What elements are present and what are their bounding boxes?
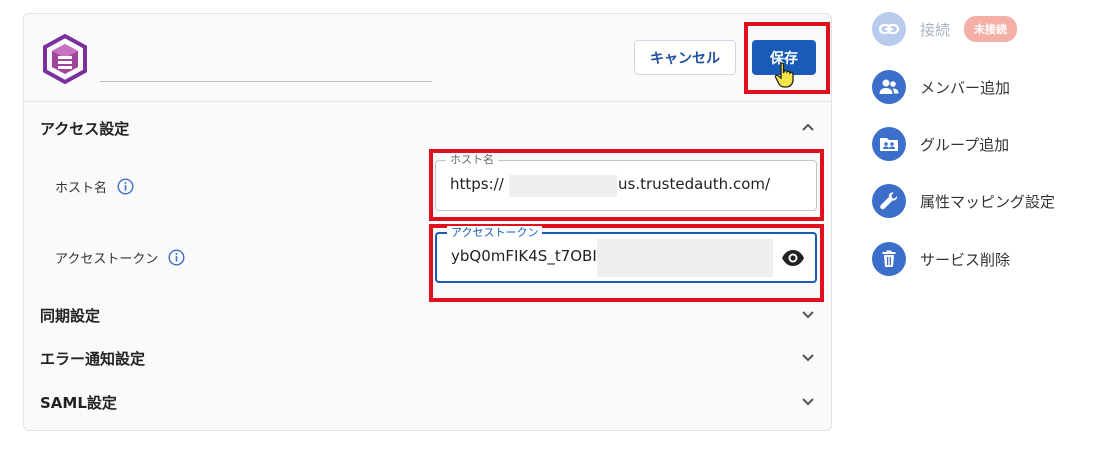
section-access-title: アクセス設定 [40, 119, 130, 138]
chevron-down-icon[interactable] [801, 307, 815, 321]
access-token-value: ybQ0mFIK4S_t7OBI [451, 247, 597, 265]
redaction-mask [597, 239, 773, 277]
sidebar-item-attribute-mapping[interactable]: 属性マッピング設定 [872, 184, 1055, 218]
access-token-input[interactable]: アクセストークン ybQ0mFIK4S_t7OBI [435, 226, 817, 283]
card-header: キャンセル 保存 [24, 14, 831, 102]
sidebar-attribute-mapping-label: 属性マッピング設定 [920, 192, 1056, 211]
host-name-legend: ホスト名 [446, 153, 498, 167]
sidebar-connect-label: 接続 [920, 20, 951, 39]
info-icon[interactable] [168, 249, 185, 266]
cancel-button[interactable]: キャンセル [634, 40, 736, 75]
sidebar-item-add-member[interactable]: メンバー追加 [872, 70, 1010, 104]
section-error-notification[interactable]: エラー通知設定 [24, 338, 831, 378]
section-sync-settings[interactable]: 同期設定 [24, 295, 831, 335]
wrench-icon [872, 184, 906, 218]
section-access-settings[interactable]: アクセス設定 [24, 108, 831, 148]
sidebar-item-add-group[interactable]: グループ追加 [872, 127, 1009, 161]
access-token-label-text: アクセストークン [55, 252, 159, 267]
section-saml-title: SAML設定 [40, 393, 117, 412]
people-icon [872, 70, 906, 104]
page: キャンセル 保存 アクセス設定 ホスト名 ホスト名 https:// us.tr… [0, 0, 1096, 454]
eye-icon[interactable] [781, 249, 805, 267]
chevron-up-icon[interactable] [801, 120, 815, 134]
chevron-down-icon[interactable] [801, 394, 815, 408]
sidebar-item-connect[interactable]: 接続 未接続 [872, 12, 1018, 46]
settings-card: キャンセル 保存 アクセス設定 ホスト名 ホスト名 https:// us.tr… [23, 13, 832, 431]
redaction-mask [509, 175, 617, 197]
section-saml-settings[interactable]: SAML設定 [24, 382, 831, 422]
hand-cursor-icon [774, 62, 794, 88]
trash-icon [872, 242, 906, 276]
section-sync-title: 同期設定 [40, 306, 101, 325]
host-name-value-prefix: https:// [450, 175, 504, 193]
sidebar-delete-service-label: サービス削除 [920, 250, 1011, 269]
link-icon [872, 12, 906, 46]
section-error-title: エラー通知設定 [40, 349, 146, 368]
status-badge: 未接続 [964, 16, 1018, 42]
access-token-legend: アクセストークン [447, 226, 543, 240]
sidebar-add-member-label: メンバー追加 [920, 78, 1011, 97]
group-icon [872, 127, 906, 161]
host-name-label-text: ホスト名 [55, 181, 108, 196]
sidebar-add-group-label: グループ追加 [920, 135, 1010, 154]
host-name-value-suffix: us.trustedauth.com/ [618, 175, 771, 193]
host-name-input[interactable]: ホスト名 https:// us.trustedauth.com/ [435, 153, 817, 211]
access-token-label: アクセストークン [55, 248, 185, 267]
sidebar-item-delete-service[interactable]: サービス削除 [872, 242, 1010, 276]
chevron-down-icon[interactable] [801, 350, 815, 364]
cube-logo-icon [43, 34, 87, 84]
service-name-field[interactable] [100, 81, 432, 82]
host-name-label: ホスト名 [55, 177, 134, 196]
info-icon[interactable] [117, 178, 134, 195]
